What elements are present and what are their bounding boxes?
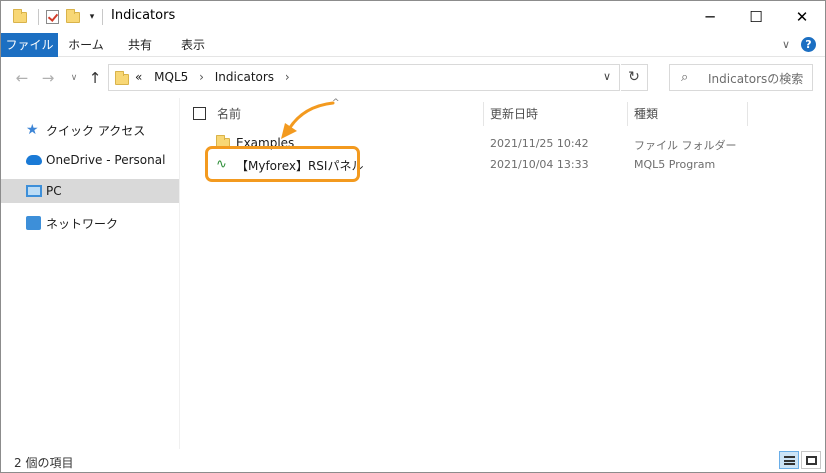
search-placeholder: Indicatorsの検索 xyxy=(708,72,804,86)
sidebar-item-label: ネットワーク xyxy=(46,216,119,231)
sidebar-item-network[interactable]: ネットワーク xyxy=(1,211,179,235)
back-button[interactable]: ← xyxy=(12,68,32,88)
tab-home[interactable]: ホーム xyxy=(61,33,111,57)
sidebar-item-label: PC xyxy=(46,184,62,198)
breadcrumb-separator[interactable]: › xyxy=(278,70,297,84)
cloud-icon xyxy=(26,155,42,165)
select-all-checkbox[interactable] xyxy=(193,107,206,120)
tab-view[interactable]: 表示 xyxy=(168,33,218,57)
highlight-box xyxy=(205,146,360,182)
navigation-bar: ← → ∨ ↑ « MQL5 › Indicators › ∨ ↻ ⌕ Indi… xyxy=(1,58,825,98)
column-header-name[interactable]: 名前 xyxy=(217,102,477,126)
search-input[interactable]: ⌕ Indicatorsの検索 xyxy=(669,64,813,91)
network-icon xyxy=(26,216,41,230)
breadcrumb: « MQL5 › Indicators › xyxy=(135,70,297,84)
maximize-button[interactable]: ☐ xyxy=(733,1,779,33)
details-view-icon xyxy=(784,456,795,465)
breadcrumb-overflow[interactable]: « xyxy=(135,70,142,84)
window-title: Indicators xyxy=(111,8,176,23)
quick-access-separator xyxy=(38,7,39,27)
breadcrumb-indicators[interactable]: Indicators xyxy=(215,70,274,84)
address-folder-icon xyxy=(115,71,129,85)
up-button[interactable]: ↑ xyxy=(85,68,105,88)
sidebar-item-onedrive[interactable]: OneDrive - Personal xyxy=(1,148,179,172)
search-icon: ⌕ xyxy=(681,70,689,85)
column-header-date[interactable]: 更新日時 xyxy=(490,102,630,126)
star-icon: ★ xyxy=(26,122,39,138)
tab-file[interactable]: ファイル xyxy=(1,33,58,57)
refresh-button[interactable]: ↻ xyxy=(621,64,648,91)
customize-toolbar-icon[interactable]: ▾ xyxy=(85,7,99,27)
column-separator[interactable] xyxy=(747,102,748,126)
new-folder-icon[interactable] xyxy=(64,7,82,27)
close-button[interactable]: ✕ xyxy=(779,1,825,33)
title-separator xyxy=(102,9,103,25)
large-icons-view-icon xyxy=(806,456,817,465)
column-separator[interactable] xyxy=(483,102,484,126)
column-header-type[interactable]: 種類 xyxy=(634,102,744,126)
file-date: 2021/10/04 13:33 xyxy=(490,158,589,171)
file-date: 2021/11/25 10:42 xyxy=(490,137,589,150)
minimize-button[interactable]: ─ xyxy=(687,1,733,33)
help-icon[interactable]: ? xyxy=(801,37,816,52)
tab-share[interactable]: 共有 xyxy=(115,33,165,57)
address-bar[interactable]: « MQL5 › Indicators › ∨ xyxy=(108,64,620,91)
explorer-window: ▾ Indicators ─ ☐ ✕ ファイル ホーム 共有 表示 ∨ ? ← … xyxy=(0,0,826,473)
sidebar-item-label: OneDrive - Personal xyxy=(46,153,166,167)
address-dropdown-icon[interactable]: ∨ xyxy=(603,70,611,83)
sidebar-item-label: クイック アクセス xyxy=(46,123,146,138)
status-bar: 2 個の項目 xyxy=(1,449,825,472)
navigation-pane: ★ クイック アクセス OneDrive - Personal PC ネットワー… xyxy=(1,98,179,449)
sidebar-item-pc[interactable]: PC xyxy=(1,179,179,203)
forward-button[interactable]: → xyxy=(38,68,58,88)
pc-icon xyxy=(26,185,42,197)
column-separator[interactable] xyxy=(627,102,628,126)
details-view-button[interactable] xyxy=(779,451,799,469)
file-type: MQL5 Program xyxy=(634,158,716,171)
title-bar: ▾ Indicators ─ ☐ ✕ xyxy=(1,1,825,33)
annotation-arrow-icon xyxy=(281,101,335,139)
ribbon-expand-icon[interactable]: ∨ xyxy=(779,38,793,52)
app-folder-icon xyxy=(11,7,29,27)
file-type: ファイル フォルダー xyxy=(634,139,737,152)
item-count: 2 個の項目 xyxy=(14,456,74,470)
recent-locations-button[interactable]: ∨ xyxy=(64,68,84,88)
large-icons-view-button[interactable] xyxy=(801,451,821,469)
breadcrumb-separator[interactable]: › xyxy=(192,70,211,84)
properties-icon[interactable] xyxy=(43,7,61,27)
ribbon-tabs: ファイル ホーム 共有 表示 ∨ ? xyxy=(1,33,825,57)
sidebar-item-quick-access[interactable]: ★ クイック アクセス xyxy=(1,118,179,142)
breadcrumb-mql5[interactable]: MQL5 xyxy=(146,70,188,84)
